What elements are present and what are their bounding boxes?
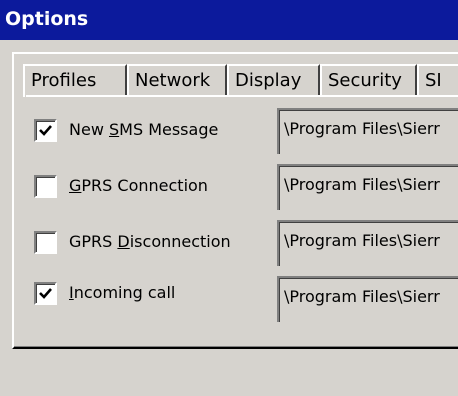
- gprs-disconnection-sound-path[interactable]: \Program Files\Sierr: [277, 220, 458, 266]
- event-row-gprs-connection: GPRS Connection \Program Files\Sierr: [14, 164, 458, 216]
- tab-divider: [26, 95, 458, 97]
- tab-display[interactable]: Display: [227, 64, 320, 97]
- gprs-connection-checkbox[interactable]: [34, 175, 57, 198]
- window-title: Options: [5, 8, 89, 30]
- event-row-gprs-disconnection: GPRS Disconnection \Program Files\Sierr: [14, 220, 458, 272]
- incoming-call-label[interactable]: Incoming call: [69, 283, 175, 302]
- title-bar: Options: [0, 0, 458, 40]
- incoming-call-sound-path[interactable]: \Program Files\Sierr: [277, 276, 458, 322]
- new-sms-label[interactable]: New SMS Message: [69, 120, 218, 139]
- tab-security[interactable]: Security: [320, 64, 417, 97]
- tab-sms[interactable]: SI: [417, 64, 458, 97]
- checkmark-icon: [39, 125, 52, 136]
- gprs-disconnection-checkbox[interactable]: [34, 231, 57, 254]
- checkmark-icon: [39, 288, 52, 299]
- gprs-disconnection-label[interactable]: GPRS Disconnection: [69, 232, 231, 251]
- incoming-call-checkbox[interactable]: [34, 282, 57, 305]
- options-panel: Profiles Network Display Security SI New…: [12, 52, 458, 349]
- gprs-connection-label[interactable]: GPRS Connection: [69, 176, 208, 195]
- new-sms-checkbox[interactable]: [34, 119, 57, 142]
- tab-network[interactable]: Network: [127, 64, 227, 97]
- tab-profiles[interactable]: Profiles: [23, 64, 127, 97]
- event-row-new-sms: New SMS Message \Program Files\Sierr: [14, 108, 458, 160]
- gprs-connection-sound-path[interactable]: \Program Files\Sierr: [277, 164, 458, 210]
- event-row-incoming-call: Incoming call \Program Files\Sierr: [14, 276, 458, 328]
- new-sms-sound-path[interactable]: \Program Files\Sierr: [277, 108, 458, 154]
